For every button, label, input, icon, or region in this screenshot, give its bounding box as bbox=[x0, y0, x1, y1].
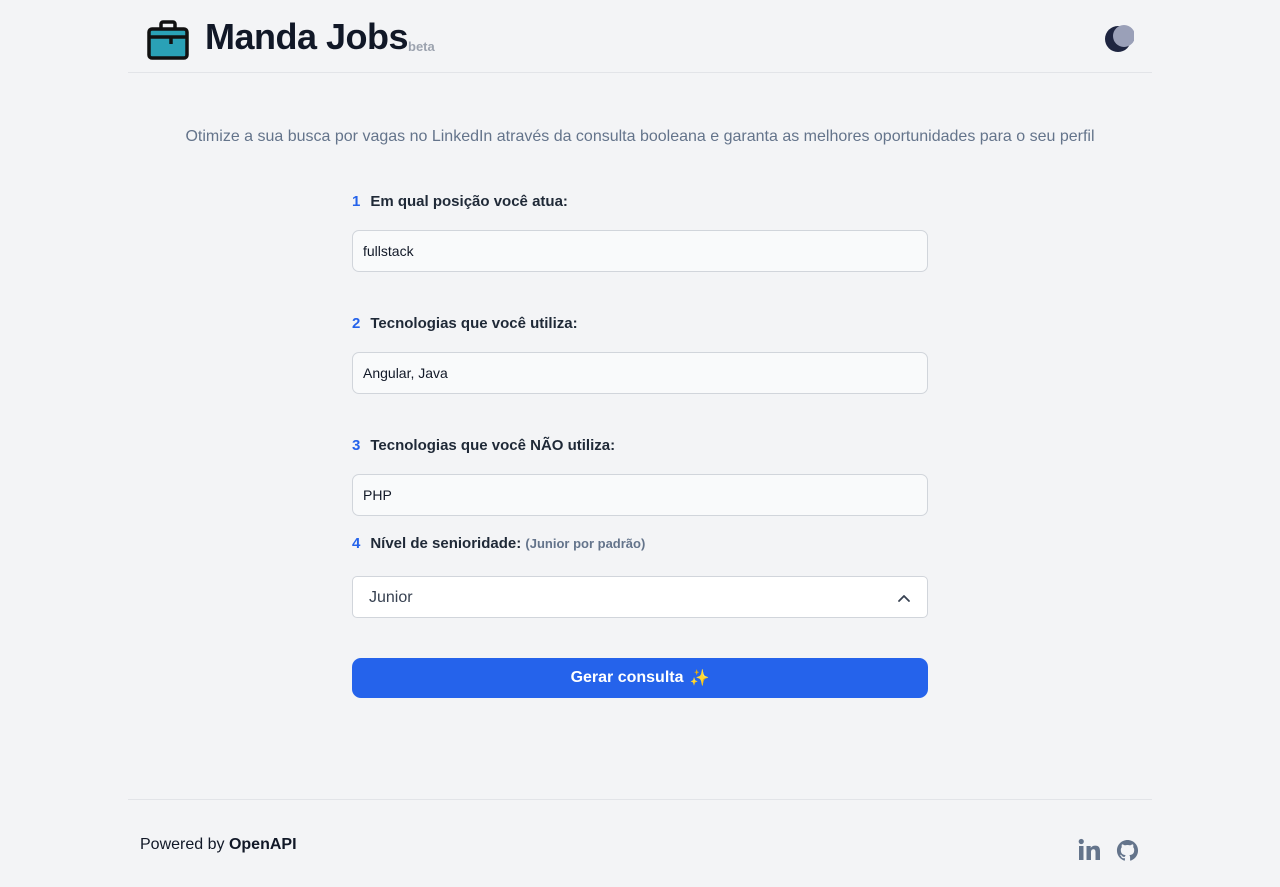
brand-title: Manda Jobs bbox=[205, 16, 409, 57]
linkedin-icon[interactable] bbox=[1078, 838, 1102, 862]
github-icon[interactable] bbox=[1116, 839, 1139, 862]
seniority-select[interactable]: Junior bbox=[352, 576, 928, 618]
generate-query-label: Gerar consulta bbox=[570, 669, 684, 686]
question-text: Em qual posição você atua: bbox=[370, 193, 568, 210]
chevron-up-icon bbox=[898, 595, 910, 602]
powered-by-brand: OpenAPI bbox=[228, 836, 297, 853]
header: Manda Jobs beta bbox=[128, 0, 1152, 73]
question-number: 4 bbox=[352, 535, 361, 552]
intro-text: Otimize a sua busca por vagas no LinkedI… bbox=[185, 128, 1095, 145]
technologies-input[interactable] bbox=[352, 352, 928, 394]
question-text: Tecnologias que você NÃO utiliza: bbox=[370, 437, 616, 454]
sparkles-icon: ✨ bbox=[689, 670, 710, 687]
powered-by-prefix: Powered by bbox=[140, 836, 225, 853]
question-number: 2 bbox=[352, 315, 361, 332]
excluded-technologies-input[interactable] bbox=[352, 474, 928, 516]
question-label-excluded-technologies: 3 Tecnologias que você NÃO utiliza: bbox=[352, 437, 615, 454]
page: Manda Jobs beta Otimize a sua busca por … bbox=[0, 0, 1280, 887]
position-input[interactable] bbox=[352, 230, 928, 272]
seniority-selected-value: Junior bbox=[369, 589, 413, 606]
question-label-technologies: 2 Tecnologias que você utiliza: bbox=[352, 315, 578, 332]
powered-by: Powered by OpenAPI bbox=[140, 836, 297, 854]
briefcase-icon bbox=[147, 20, 189, 60]
footer: Powered by OpenAPI bbox=[128, 799, 1152, 887]
question-text: Tecnologias que você utiliza: bbox=[370, 315, 578, 332]
question-number: 1 bbox=[352, 193, 361, 210]
generate-query-button[interactable]: Gerar consulta ✨ bbox=[352, 658, 928, 698]
question-label-position: 1 Em qual posição você atua: bbox=[352, 193, 568, 210]
seniority-hint: (Junior por padrão) bbox=[525, 536, 646, 551]
question-text: Nível de senioridade: bbox=[370, 535, 522, 552]
beta-badge: beta bbox=[408, 39, 435, 54]
question-label-seniority: 4 Nível de senioridade: (Junior por padrã… bbox=[352, 535, 645, 552]
moon-icon[interactable] bbox=[1104, 24, 1134, 54]
question-number: 3 bbox=[352, 437, 361, 454]
